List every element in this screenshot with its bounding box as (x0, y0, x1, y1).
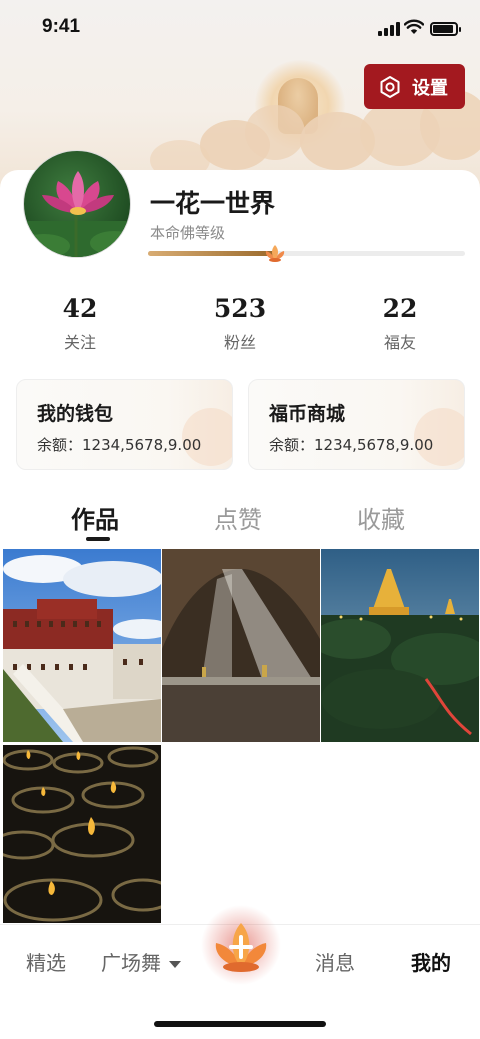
content-tabs: 作品 点赞 收藏 (0, 500, 480, 544)
tab-favorites[interactable]: 收藏 (357, 500, 405, 535)
stat-friends-value: 22 (382, 294, 418, 323)
nav-featured[interactable]: 精选 (26, 947, 66, 976)
stat-following-value: 42 (62, 294, 98, 323)
avatar[interactable] (23, 150, 131, 258)
tab-likes[interactable]: 点赞 (214, 500, 262, 535)
stat-friends[interactable]: 22 福友 (340, 294, 460, 353)
cave-light-photo[interactable] (162, 549, 320, 742)
level-label: 本命佛等级 (150, 224, 226, 242)
settings-button[interactable]: 设置 (364, 64, 465, 109)
wifi-icon (404, 19, 424, 34)
nav-messages[interactable]: 消息 (315, 947, 355, 976)
username: 一花一世界 (150, 189, 276, 218)
stat-following-label: 关注 (63, 333, 96, 352)
nav-square-dance[interactable]: 广场舞 (101, 947, 181, 976)
nav-me[interactable]: 我的 (411, 947, 451, 976)
stats-row: 42 关注 523 粉丝 22 福友 (0, 294, 480, 354)
stat-fans-label: 粉丝 (223, 333, 256, 352)
tab-active-indicator (86, 537, 110, 541)
gear-icon (380, 75, 400, 98)
butter-lamps-photo[interactable] (3, 745, 161, 923)
signal-icon (378, 22, 400, 36)
stat-following[interactable]: 42 关注 (20, 294, 140, 353)
mall-card[interactable]: 福币商城 余额：1234,5678,9.00 (248, 379, 465, 470)
status-bar: 9:41 (0, 0, 480, 56)
home-indicator (154, 1021, 326, 1027)
stat-fans[interactable]: 523 粉丝 (180, 294, 300, 353)
level-progress-fill (148, 251, 275, 256)
stat-friends-label: 福友 (383, 333, 416, 352)
nav-square-dance-label: 广场舞 (101, 951, 161, 975)
potala-palace-photo[interactable] (3, 549, 161, 742)
mall-title: 福币商城 (269, 403, 346, 425)
wallet-balance: 余额：1234,5678,9.00 (37, 436, 202, 454)
golden-pagoda-photo[interactable] (321, 549, 479, 742)
tab-works[interactable]: 作品 (71, 500, 119, 535)
battery-icon (430, 22, 461, 36)
wallet-card[interactable]: 我的钱包 余额：1234,5678,9.00 (16, 379, 233, 470)
level-progress-bar (148, 245, 465, 262)
status-time: 9:41 (42, 16, 81, 37)
settings-label: 设置 (412, 77, 448, 99)
lotus-icon (265, 245, 284, 262)
publish-button[interactable] (200, 905, 282, 985)
mall-balance: 余额：1234,5678,9.00 (269, 436, 434, 454)
caret-down-icon (169, 961, 181, 968)
stat-fans-value: 523 (213, 294, 267, 323)
lotus-avatar-image (24, 171, 130, 257)
wallet-title: 我的钱包 (37, 403, 114, 425)
